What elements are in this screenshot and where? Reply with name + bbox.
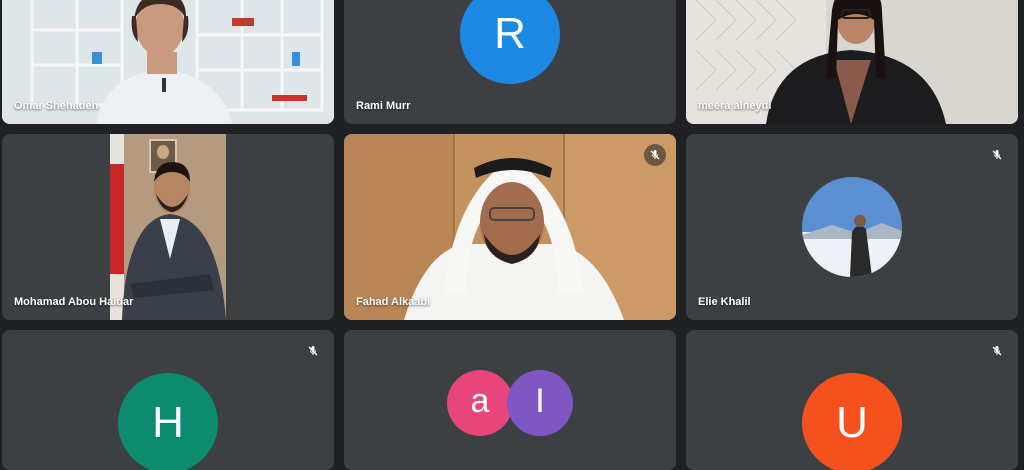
avatar-i: I [507,370,573,436]
participant-name: Elie Khalil [698,296,751,308]
participant-name: Omar Shehadeh [14,100,99,112]
participant-tile-h[interactable]: H [2,330,334,470]
video-feed-mohamad [110,134,226,320]
participant-name: Rami Murr [356,100,411,112]
avatar: H [118,373,218,470]
participant-tile-elie-khalil[interactable]: Elie Khalil [686,134,1018,320]
participant-tile-rami-murr[interactable]: R Rami Murr [344,0,676,124]
participant-tile-fahad-alkaabi[interactable]: Fahad Alkaabi [344,134,676,320]
participant-tile-mohamad-abou-haidar[interactable]: Mohamad Abou Haidar [2,134,334,320]
participant-tile-meera-alneydi[interactable]: meera alneydi [686,0,1018,124]
mic-off-icon [986,340,1008,362]
participant-name: meera alneydi [698,100,772,112]
avatar: R [460,0,560,84]
mic-off-icon [644,144,666,166]
participant-tile-u[interactable]: U [686,330,1018,470]
participant-tile-group[interactable]: a I [344,330,676,470]
video-feed-fahad [344,134,676,320]
avatar-a: a [447,370,513,436]
profile-photo-avatar [802,177,902,277]
mic-off-icon [302,340,324,362]
participant-name: Mohamad Abou Haidar [14,296,134,308]
avatar: U [802,373,902,470]
participant-tile-omar-shehadeh[interactable]: Omar Shehadeh [2,0,334,124]
participant-name: Fahad Alkaabi [356,296,431,308]
mic-off-icon [986,144,1008,166]
